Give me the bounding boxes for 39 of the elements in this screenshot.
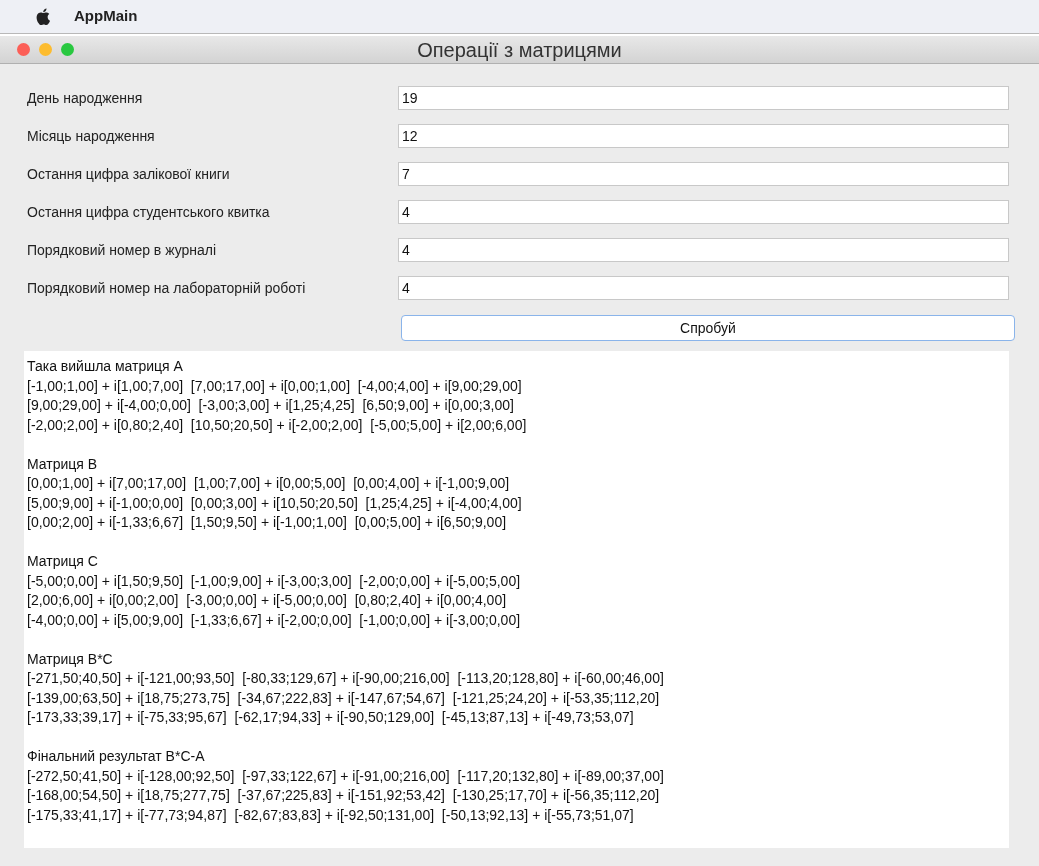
matrix-row-text: [0,00;2,00] + i[-1,33;6,67] [1,50;9,50] + i[-1,00;1,00] [0,00;5,00] + i[6,50;9,00] bbox=[27, 513, 508, 532]
field-label: Порядковий номер на лабораторній роботі bbox=[26, 278, 307, 298]
matrix-row-text: [-168,00;54,50] + i[18,75;277,75] [-37,67;225,83] + i[-151,92;53,42] [-130,25;17,70] + i[-56,35;112,20] bbox=[27, 786, 661, 805]
matrix-title: Фінальний результат В*С-А bbox=[27, 747, 206, 766]
matrix-row-text: [-5,00;0,00] + i[1,50;9,50] [-1,00;9,00] + i[-3,00;3,00] [-2,00;0,00] + i[-5,00;5,00] bbox=[27, 571, 522, 591]
matrix-row-text: [9,00;29,00] + i[-4,00;0,00] [-3,00;3,00] + i[1,25;4,25] [6,50;9,00] + i[0,00;3,00] bbox=[27, 396, 515, 415]
matrix-row-text: [-173,33;39,17] + i[-75,33;95,67] [-62,17;94,33] + i[-90,50;129,00] [-45,13;87,13] + i[-49,73;53,07] bbox=[27, 708, 635, 727]
matrix-row-text: [2,00;6,00] + i[0,00;2,00] [-3,00;0,00] + i[-5,00;0,00] [0,80;2,40] + i[0,00;4,00] bbox=[27, 591, 508, 610]
matrix-title: Матриця С bbox=[27, 552, 99, 571]
field-label: Місяць народження bbox=[26, 126, 156, 146]
field-label: Порядковий номер в журналі bbox=[26, 240, 218, 260]
matrix-row-text: [-271,50;40,50] + i[-121,00;93,50] [-80,33;129,67] + i[-90,00;216,00] [-113,20;128,80] + i[-60,00;46,00] bbox=[27, 669, 665, 688]
zoom-button[interactable] bbox=[61, 43, 74, 56]
input-field[interactable]: 7 bbox=[398, 162, 1009, 186]
input-field[interactable]: 4 bbox=[398, 238, 1009, 262]
field-label: Остання цифра залікової книги bbox=[26, 164, 231, 184]
matrix-row-text: [-1,00;1,00] + i[1,00;7,00] [7,00;17,00] + i[0,00;1,00] [-4,00;4,00] + i[9,00;29,00] bbox=[27, 376, 523, 396]
app-menu[interactable]: AppMain bbox=[74, 5, 138, 28]
matrix-row-text: [0,00;1,00] + i[7,00;17,00] [1,00;7,00] + i[0,00;5,00] [0,00;4,00] + i[-1,00;9,00] bbox=[27, 474, 511, 493]
window-title: Операції з матрицями bbox=[417, 37, 622, 63]
close-button[interactable] bbox=[17, 43, 30, 56]
matrix-row-text: [-2,00;2,00] + i[0,80;2,40] [10,50;20,50] + i[-2,00;2,00] [-5,00;5,00] + i[2,00;6,00] bbox=[27, 415, 528, 435]
matrix-title: Матриця В bbox=[27, 454, 99, 474]
apple-logo-icon[interactable] bbox=[36, 8, 50, 25]
matrix-row-text: [5,00;9,00] + i[-1,00;0,00] [0,00;3,00] + i[10,50;20,50] [1,25;4,25] + i[-4,00;4,00] bbox=[27, 493, 523, 513]
matrix-title: Матриця В*С bbox=[27, 649, 114, 669]
input-field[interactable]: 12 bbox=[398, 124, 1009, 148]
matrix-row-text: [-139,00;63,50] + i[18,75;273,75] [-34,67;222,83] + i[-147,67;54,67] [-121,25;24,20] + i[-53,35;112,20] bbox=[27, 688, 661, 708]
try-button[interactable]: Спробуй bbox=[401, 315, 1015, 341]
matrix-title: Така вийшла матриця А bbox=[27, 357, 184, 376]
matrix-row-text: [-4,00;0,00] + i[5,00;9,00] [-1,33;6,67] + i[-2,00;0,00] [-1,00;0,00] + i[-3,00;0,00] bbox=[27, 610, 522, 630]
field-label: День народження bbox=[26, 88, 144, 108]
input-field[interactable]: 19 bbox=[398, 86, 1009, 110]
input-field[interactable]: 4 bbox=[398, 276, 1009, 300]
matrix-row-text: [-272,50;41,50] + i[-128,00;92,50] [-97,33;122,67] + i[-91,00;216,00] [-117,20;132,80] + i[-89,00;37,00] bbox=[27, 766, 665, 786]
matrix-row-text: [-175,33;41,17] + i[-77,73;94,87] [-82,67;83,83] + i[-92,50;131,00] [-50,13;92,13] + i[-55,73;51,07] bbox=[27, 805, 635, 825]
field-label: Остання цифра студентського квитка bbox=[26, 202, 271, 222]
input-field[interactable]: 4 bbox=[398, 200, 1009, 224]
minimize-button[interactable] bbox=[39, 43, 52, 56]
